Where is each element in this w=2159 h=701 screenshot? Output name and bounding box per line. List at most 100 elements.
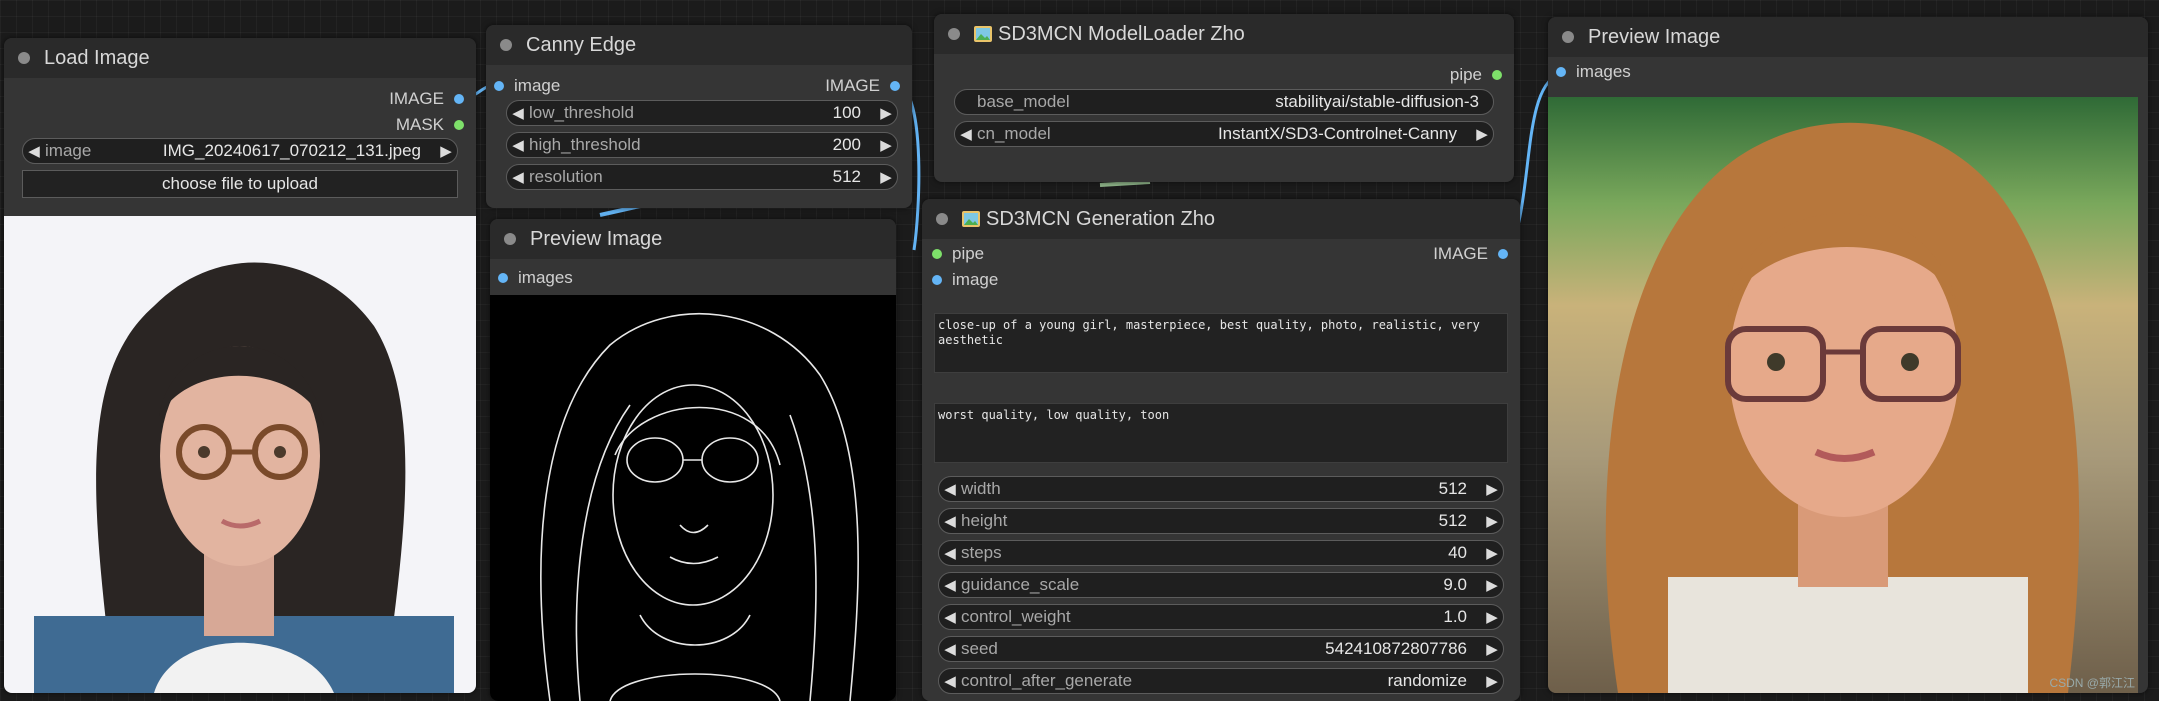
model-loader-node[interactable]: SD3MCN ModelLoader Zho pipe ◀ base_model… xyxy=(934,14,1514,182)
slot-connector-icon[interactable] xyxy=(454,120,464,130)
edge-illustration xyxy=(540,312,859,701)
low-threshold-widget[interactable]: ◀ low_threshold 100 ▶ xyxy=(506,100,898,126)
height-widget[interactable]: ◀ height 512 ▶ xyxy=(938,508,1504,534)
output-slot-pipe[interactable]: pipe xyxy=(934,62,1514,88)
guidance-scale-widget[interactable]: ◀ guidance_scale 9.0 ▶ xyxy=(938,572,1504,598)
slot-connector-icon[interactable] xyxy=(454,94,464,104)
preview-edge-node[interactable]: Preview Image images xyxy=(490,219,896,701)
slot-row[interactable]: pipe IMAGE xyxy=(922,241,1520,267)
negative-prompt-textbox[interactable]: worst quality, low quality, toon xyxy=(934,403,1508,463)
arrow-left-icon[interactable]: ◀ xyxy=(939,480,961,498)
arrow-left-icon[interactable]: ◀ xyxy=(507,104,529,122)
arrow-right-icon[interactable]: ▶ xyxy=(875,136,897,154)
slot-row[interactable]: image xyxy=(922,267,1520,293)
slot-connector-icon[interactable] xyxy=(498,273,508,283)
output-slot-mask[interactable]: MASK xyxy=(4,112,476,138)
slot-connector-icon[interactable] xyxy=(494,81,504,91)
slot-row[interactable]: images xyxy=(490,265,896,291)
widget-label: steps xyxy=(961,543,1002,562)
widget-label: high_threshold xyxy=(529,135,641,154)
slot-connector-icon[interactable] xyxy=(1498,249,1508,259)
arrow-left-icon[interactable]: ◀ xyxy=(955,125,977,143)
arrow-right-icon[interactable]: ▶ xyxy=(1481,512,1503,530)
node-header[interactable]: SD3MCN ModelLoader Zho xyxy=(934,14,1514,54)
arrow-left-icon[interactable]: ◀ xyxy=(507,168,529,186)
widget-label: base_model xyxy=(977,92,1070,111)
node-title: SD3MCN ModelLoader Zho xyxy=(998,22,1245,45)
preview-result-node[interactable]: Preview Image images xyxy=(1548,17,2148,693)
loaded-image xyxy=(4,216,476,693)
base-model-widget[interactable]: ◀ base_model stabilityai/stable-diffusio… xyxy=(954,89,1494,115)
image-select-widget[interactable]: ◀ image IMG_20240617_070212_131.jpeg ▶ xyxy=(22,138,458,164)
slot-connector-icon[interactable] xyxy=(932,275,942,285)
output-slot-image[interactable]: IMAGE xyxy=(4,86,476,112)
node-header[interactable]: Canny Edge xyxy=(486,25,912,65)
widget-value: 200 xyxy=(832,135,861,154)
widget-label: width xyxy=(961,479,1001,498)
node-header[interactable]: Preview Image xyxy=(490,219,896,259)
collapse-dot-icon[interactable] xyxy=(504,233,516,245)
arrow-right-icon[interactable]: ▶ xyxy=(1481,640,1503,658)
slot-label: images xyxy=(518,268,573,287)
arrow-left-icon[interactable]: ◀ xyxy=(939,640,961,658)
slot-connector-icon[interactable] xyxy=(1556,67,1566,77)
slot-connector-icon[interactable] xyxy=(890,81,900,91)
picture-icon xyxy=(974,26,992,42)
arrow-right-icon[interactable]: ▶ xyxy=(1481,672,1503,690)
node-header[interactable]: Load Image xyxy=(4,38,476,78)
node-title: Preview Image xyxy=(1588,25,1721,48)
seed-widget[interactable]: ◀ seed 542410872807786 ▶ xyxy=(938,636,1504,662)
arrow-right-icon[interactable]: ▶ xyxy=(1481,480,1503,498)
width-widget[interactable]: ◀ width 512 ▶ xyxy=(938,476,1504,502)
slot-row[interactable]: images xyxy=(1548,59,2148,85)
slot-connector-icon[interactable] xyxy=(932,249,942,259)
arrow-right-icon[interactable]: ▶ xyxy=(1481,608,1503,626)
node-title: Load Image xyxy=(44,46,150,69)
widget-label: cn_model xyxy=(977,124,1051,143)
positive-prompt-textbox[interactable]: close-up of a young girl, masterpiece, b… xyxy=(934,313,1508,373)
arrow-left-icon[interactable]: ◀ xyxy=(939,576,961,594)
photo-illustration xyxy=(1605,122,2080,693)
widget-label: height xyxy=(961,511,1008,530)
slot-connector-icon[interactable] xyxy=(1492,70,1502,80)
collapse-dot-icon[interactable] xyxy=(18,52,30,64)
canny-edge-node[interactable]: Canny Edge image IMAGE ◀ low_threshold 1… xyxy=(486,25,912,208)
slot-label: pipe xyxy=(1449,65,1482,84)
arrow-right-icon[interactable]: ▶ xyxy=(875,168,897,186)
upload-button[interactable]: choose file to upload xyxy=(22,170,458,198)
slot-row[interactable]: image IMAGE xyxy=(486,73,912,99)
slot-label: image xyxy=(514,76,561,95)
arrow-left-icon[interactable]: ◀ xyxy=(507,136,529,154)
arrow-left-icon[interactable]: ◀ xyxy=(23,142,45,160)
widget-value: 512 xyxy=(1438,479,1467,498)
collapse-dot-icon[interactable] xyxy=(500,39,512,51)
arrow-right-icon[interactable]: ▶ xyxy=(1481,576,1503,594)
slot-label: pipe xyxy=(952,244,985,263)
arrow-left-icon[interactable]: ◀ xyxy=(939,544,961,562)
steps-widget[interactable]: ◀ steps 40 ▶ xyxy=(938,540,1504,566)
control-after-generate-widget[interactable]: ◀ control_after_generate randomize ▶ xyxy=(938,668,1504,694)
arrow-left-icon[interactable]: ◀ xyxy=(939,608,961,626)
arrow-right-icon[interactable]: ▶ xyxy=(1481,544,1503,562)
load-image-node[interactable]: Load Image IMAGE MASK ◀ image IMG_202406… xyxy=(4,38,476,693)
arrow-right-icon[interactable]: ▶ xyxy=(1471,125,1493,143)
cn-model-widget[interactable]: ◀ cn_model InstantX/SD3-Controlnet-Canny… xyxy=(954,121,1494,147)
node-header[interactable]: Preview Image xyxy=(1548,17,2148,57)
widget-value: 1.0 xyxy=(1443,607,1467,626)
control-weight-widget[interactable]: ◀ control_weight 1.0 ▶ xyxy=(938,604,1504,630)
arrow-left-icon[interactable]: ◀ xyxy=(939,512,961,530)
widget-value: IMG_20240617_070212_131.jpeg xyxy=(162,141,421,160)
widget-value: InstantX/SD3-Controlnet-Canny xyxy=(1217,124,1457,143)
arrow-right-icon[interactable]: ▶ xyxy=(435,142,457,160)
widget-label: low_threshold xyxy=(529,103,634,122)
widget-value: 542410872807786 xyxy=(1325,639,1467,658)
resolution-widget[interactable]: ◀ resolution 512 ▶ xyxy=(506,164,898,190)
collapse-dot-icon[interactable] xyxy=(948,28,960,40)
node-header[interactable]: SD3MCN Generation Zho xyxy=(922,199,1520,239)
collapse-dot-icon[interactable] xyxy=(1562,31,1574,43)
generation-node[interactable]: SD3MCN Generation Zho pipe IMAGE image c… xyxy=(922,199,1520,701)
high-threshold-widget[interactable]: ◀ high_threshold 200 ▶ xyxy=(506,132,898,158)
collapse-dot-icon[interactable] xyxy=(936,213,948,225)
arrow-right-icon[interactable]: ▶ xyxy=(875,104,897,122)
arrow-left-icon[interactable]: ◀ xyxy=(939,672,961,690)
